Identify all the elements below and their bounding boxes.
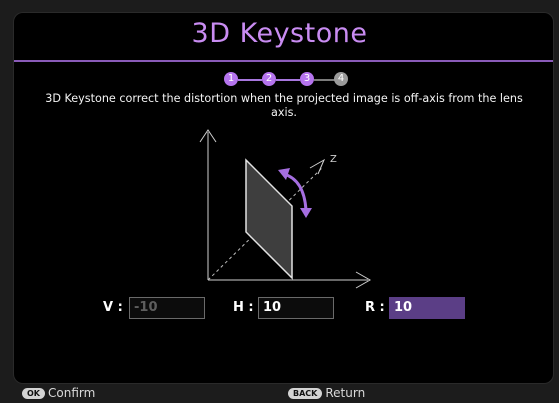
- page-title: 3D Keystone: [191, 18, 368, 49]
- title-divider: [14, 60, 553, 62]
- h-label: H :: [233, 300, 254, 315]
- step-indicator: 1 2 3 4: [224, 72, 348, 88]
- return-label: Return: [325, 386, 366, 400]
- v-label: V :: [103, 300, 123, 315]
- step-1: 1: [224, 72, 238, 86]
- h-field[interactable]: 10: [258, 297, 334, 319]
- step-connector: [276, 79, 300, 81]
- r-field[interactable]: 10: [389, 297, 465, 319]
- step-3: 3: [300, 72, 314, 86]
- step-connector: [238, 79, 262, 81]
- confirm-label: Confirm: [48, 386, 96, 400]
- keystone-diagram: Z: [199, 129, 372, 289]
- step-2: 2: [262, 72, 276, 86]
- return-hint[interactable]: BACK Return: [288, 386, 365, 400]
- z-axis-label: Z: [330, 154, 337, 165]
- r-label: R :: [365, 300, 385, 315]
- back-key-icon: BACK: [288, 388, 323, 399]
- description-text: 3D Keystone correct the distortion when …: [45, 92, 523, 119]
- confirm-hint[interactable]: OK Confirm: [22, 386, 95, 400]
- v-field[interactable]: -10: [129, 297, 205, 319]
- step-4: 4: [334, 72, 348, 86]
- ok-key-icon: OK: [22, 388, 45, 399]
